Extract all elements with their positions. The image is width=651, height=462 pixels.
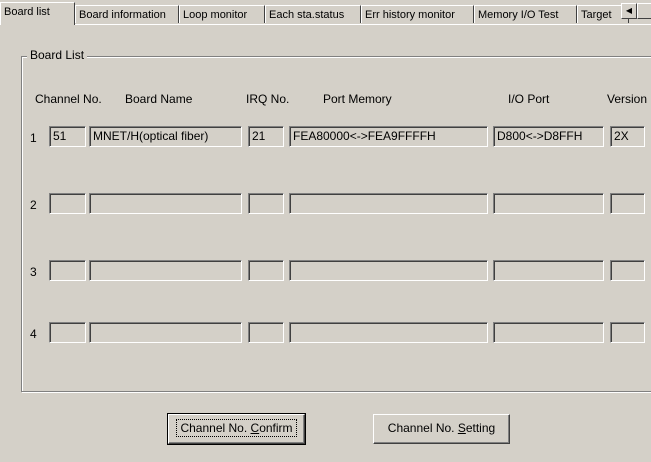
channel-no-setting-button[interactable]: Channel No. Setting <box>373 414 510 444</box>
tab-scroll-left-icon[interactable]: ◀ <box>621 3 637 19</box>
row-number: 2 <box>30 198 37 212</box>
setting-label-prefix: Channel No. <box>387 421 458 435</box>
window: Board list Board information Loop monito… <box>0 0 651 462</box>
tab-each-sta-status[interactable]: Each sta.status <box>265 5 361 23</box>
io-port-field <box>493 260 604 281</box>
tab-strip: Board list Board information Loop monito… <box>0 0 651 26</box>
board-name-field <box>89 193 242 214</box>
setting-label-suffix: etting <box>465 421 496 435</box>
header-irq-no: IRQ No. <box>246 92 290 106</box>
tab-board-list[interactable]: Board list <box>0 2 75 25</box>
version-field <box>610 260 645 281</box>
confirm-label-prefix: Channel No. <box>180 421 251 435</box>
io-port-field <box>493 193 604 214</box>
port-memory-field <box>289 322 488 343</box>
tab-memory-io-test[interactable]: Memory I/O Test <box>474 5 577 23</box>
irq-no-field: 21 <box>248 126 284 147</box>
header-io-port: I/O Port <box>508 92 550 106</box>
board-name-field <box>89 322 242 343</box>
port-memory-field <box>289 193 488 214</box>
header-channel-no: Channel No. <box>35 92 102 106</box>
confirm-button-focus: Channel No. Confirm <box>176 419 297 437</box>
row-number: 1 <box>30 131 37 145</box>
irq-no-field <box>248 322 284 343</box>
group-title: Board List <box>27 48 88 62</box>
tab-err-history-monitor[interactable]: Err history monitor <box>361 5 474 23</box>
channel-no-confirm-button[interactable]: Channel No. Confirm <box>167 413 306 445</box>
row-number: 3 <box>30 265 37 279</box>
header-port-memory: Port Memory <box>323 92 392 106</box>
version-field <box>610 193 645 214</box>
io-port-field: D800<->D8FFH <box>493 126 604 147</box>
irq-no-field <box>248 260 284 281</box>
irq-no-field <box>248 193 284 214</box>
tab-board-information[interactable]: Board information <box>75 5 179 23</box>
board-name-field: MNET/H(optical fiber) <box>89 126 242 147</box>
confirm-label-suffix: onfirm <box>259 421 293 435</box>
channel-no-field <box>49 322 86 343</box>
port-memory-field <box>289 260 488 281</box>
channel-no-field <box>49 260 86 281</box>
io-port-field <box>493 322 604 343</box>
row-number: 4 <box>30 327 37 341</box>
header-board-name: Board Name <box>125 92 193 106</box>
board-name-field <box>89 260 242 281</box>
channel-no-field <box>49 193 86 214</box>
channel-no-field: 51 <box>49 126 86 147</box>
version-field: 2X <box>610 126 645 147</box>
confirm-hotkey: C <box>250 421 260 435</box>
header-version: Version <box>607 92 648 106</box>
tab-loop-monitor[interactable]: Loop monitor <box>179 5 265 23</box>
version-field <box>610 322 645 343</box>
tab-scroll-right-icon[interactable] <box>637 3 651 19</box>
setting-hotkey: S <box>457 421 466 435</box>
port-memory-field: FEA80000<->FEA9FFFFH <box>289 126 488 147</box>
